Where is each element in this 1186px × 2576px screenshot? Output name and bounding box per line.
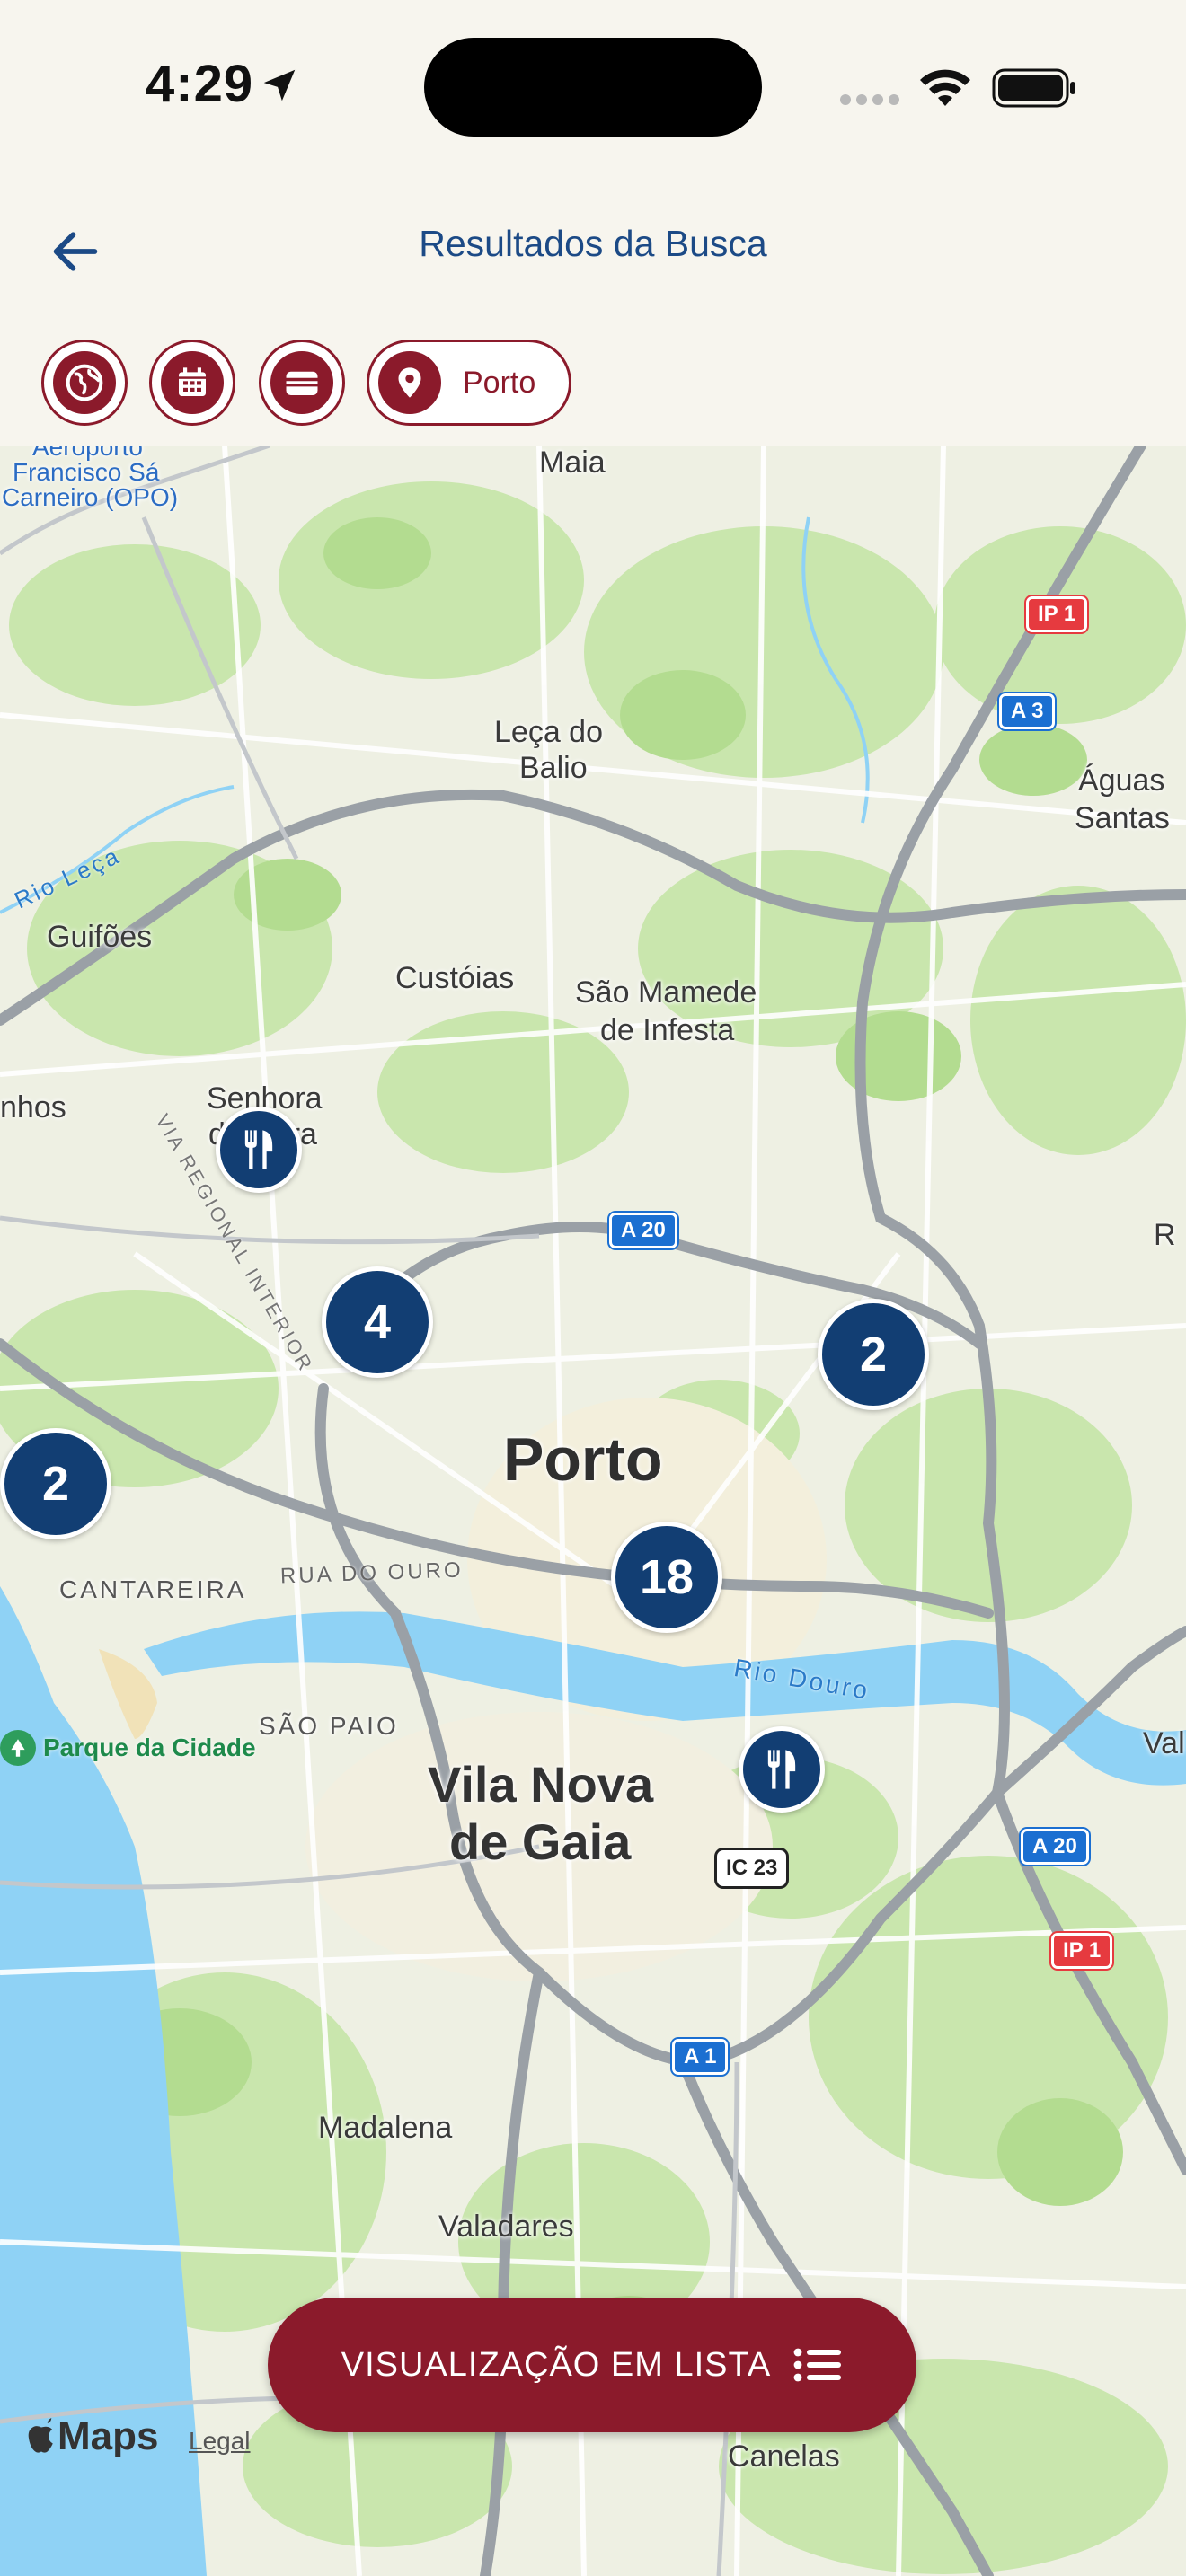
page-title: Resultados da Busca — [419, 223, 767, 264]
signal-dots-icon — [840, 94, 899, 105]
dynamic-island — [424, 38, 762, 137]
list-view-label: VISUALIZAÇÃO EM LISTA — [341, 2345, 772, 2384]
place-label: nhos — [0, 1090, 66, 1125]
park-label: Parque da Cidade — [0, 1730, 256, 1766]
place-label: Santas — [1075, 801, 1170, 835]
map-background — [0, 446, 1186, 2576]
place-label: Valadares — [438, 2210, 574, 2244]
place-label: Águas — [1078, 763, 1165, 798]
wallet-icon — [286, 371, 318, 395]
road-shield: A 1 — [672, 2039, 729, 2075]
place-label: Balio — [519, 751, 588, 785]
cluster-marker[interactable]: 2 — [0, 1428, 111, 1539]
wifi-icon — [920, 69, 970, 106]
place-label: R — [1154, 1218, 1176, 1252]
battery-icon — [992, 68, 1075, 108]
place-label: Canelas — [728, 2439, 840, 2474]
list-icon — [793, 2348, 842, 2382]
road-shield: A 20 — [609, 1213, 677, 1248]
restaurant-icon — [244, 1130, 273, 1169]
place-label: Val — [1143, 1726, 1185, 1760]
globe-icon — [66, 364, 103, 401]
road-shield: A 20 — [1021, 1829, 1089, 1865]
restaurant-marker[interactable] — [216, 1107, 302, 1193]
apple-icon — [28, 2418, 53, 2453]
legal-link[interactable]: Legal — [189, 2427, 251, 2456]
filter-date-button[interactable] — [149, 340, 235, 426]
status-bar: 4:29 — [0, 0, 1186, 180]
road-shield: A 3 — [999, 693, 1056, 729]
place-label: Leça do — [494, 715, 603, 749]
tree-icon — [11, 1739, 25, 1757]
place-label-porto: Porto — [503, 1425, 663, 1494]
place-label: SÃO PAIO — [259, 1712, 399, 1740]
place-label: Custóias — [395, 961, 515, 995]
place-label: de Infesta — [600, 1013, 735, 1047]
location-arrow-icon — [263, 69, 296, 101]
cluster-marker[interactable]: 2 — [818, 1299, 929, 1410]
maps-attribution: Maps — [25, 2414, 158, 2459]
place-label: Madalena — [318, 2111, 453, 2145]
place-label: Vila Nova — [428, 1756, 654, 1813]
place-label: CANTAREIRA — [59, 1575, 247, 1603]
restaurant-marker[interactable] — [739, 1726, 825, 1813]
place-label: São Mamede — [575, 975, 757, 1010]
calendar-icon — [179, 367, 206, 396]
road-shield: IP 1 — [1026, 596, 1088, 632]
filter-globe-button[interactable] — [41, 340, 128, 426]
location-chip-label: Porto — [463, 365, 536, 400]
list-view-button[interactable]: VISUALIZAÇÃO EM LISTA — [268, 2298, 916, 2432]
cluster-marker[interactable]: 4 — [322, 1266, 433, 1378]
filter-location-chip[interactable]: Porto — [367, 340, 571, 426]
restaurant-icon — [767, 1750, 796, 1789]
road-shield: IP 1 — [1051, 1933, 1113, 1969]
place-label: Carneiro (OPO) — [2, 483, 179, 511]
place-label: Maia — [539, 446, 606, 480]
status-time: 4:29 — [146, 55, 254, 113]
cluster-marker[interactable]: 18 — [611, 1522, 722, 1633]
map-view[interactable]: Maia Aeroporto Francisco Sá Carneiro (OP… — [0, 446, 1186, 2576]
filter-price-button[interactable] — [259, 340, 345, 426]
road-shield: IC 23 — [717, 1850, 787, 1886]
map-pin-icon — [398, 367, 421, 398]
place-label: de Gaia — [449, 1813, 632, 1870]
place-label: Guifões — [47, 920, 153, 954]
